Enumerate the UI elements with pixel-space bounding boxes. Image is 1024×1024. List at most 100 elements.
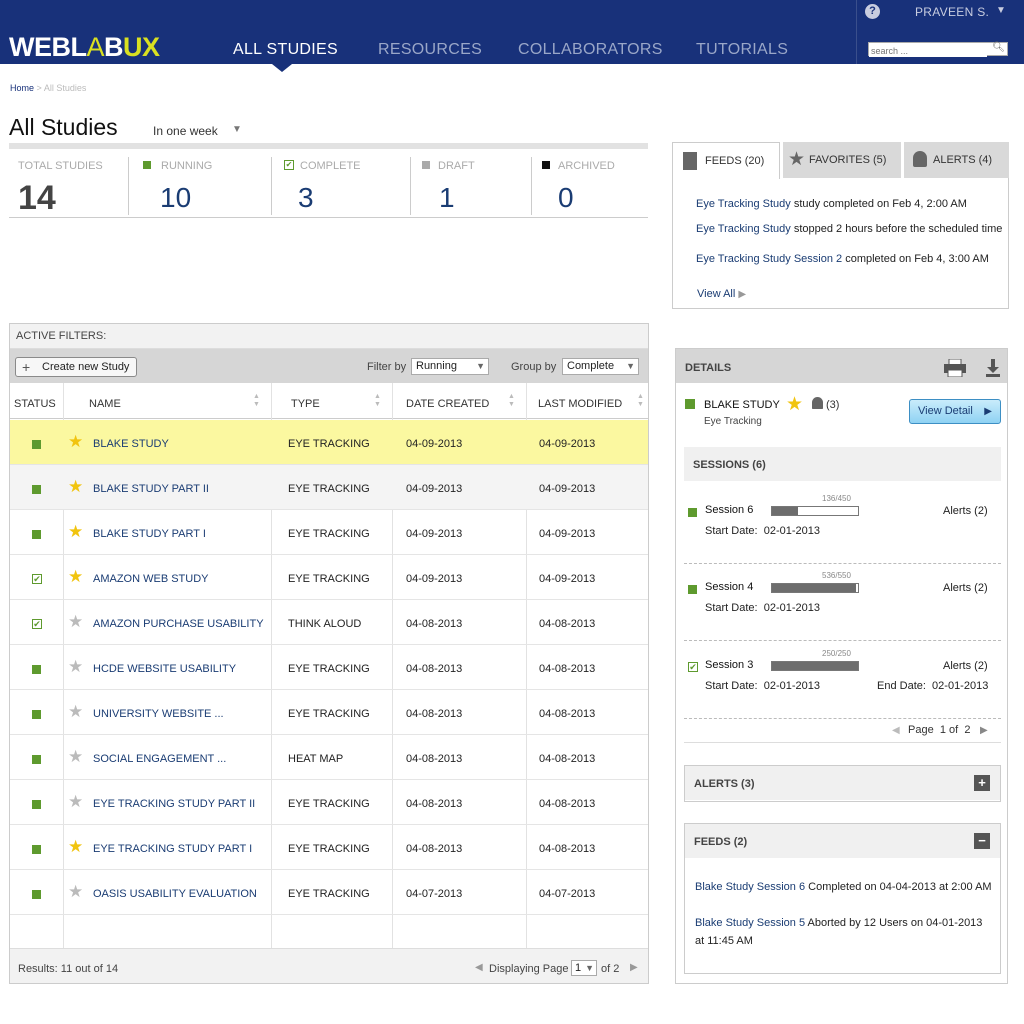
star-empty-icon[interactable]: ★: [68, 793, 83, 810]
table-row[interactable]: ★ BLAKE STUDY PART I EYE TRACKING 04-09-201…: [10, 510, 648, 555]
page-select[interactable]: 1 ▼: [571, 960, 597, 976]
feed-link[interactable]: Eye Tracking Study: [696, 223, 791, 235]
sort-icon[interactable]: ▲ ▼: [637, 393, 644, 409]
chevron-down-icon[interactable]: ▼: [232, 124, 242, 135]
table-row[interactable]: ✔ ★ AMAZON WEB STUDY EYE TRACKING 04-09-2013…: [10, 555, 648, 600]
session-item[interactable]: ✔ Session 3 250/250 Alerts (2) Start Date: 0…: [684, 649, 1001, 719]
study-name[interactable]: BLAKE STUDY PART II: [93, 483, 209, 495]
session-name[interactable]: Session 4: [705, 581, 753, 593]
session-item[interactable]: Session 4 536/550 Alerts (2) Start Date: 02…: [684, 571, 1001, 641]
print-icon[interactable]: [944, 359, 966, 377]
session-progress-bar: [771, 661, 859, 671]
view-all-link[interactable]: View All ▶: [697, 288, 746, 300]
search-input[interactable]: [869, 45, 987, 57]
star-empty-icon[interactable]: ★: [68, 658, 83, 675]
feed-link[interactable]: Blake Study Session 6: [695, 881, 805, 893]
column-last-modified[interactable]: LAST MODIFIED: [538, 398, 622, 410]
star-empty-icon[interactable]: ★: [68, 613, 83, 630]
table-row[interactable]: ★ SOCIAL ENGAGEMENT ... HEAT MAP 04-08-2013…: [10, 735, 648, 780]
stat-draft[interactable]: DRAFT 1: [411, 149, 531, 215]
search-icon[interactable]: 🔍︎: [992, 42, 1005, 53]
star-filled-icon[interactable]: ★: [68, 478, 83, 495]
download-icon[interactable]: [986, 359, 1000, 377]
help-icon[interactable]: ?: [865, 4, 880, 19]
session-item[interactable]: Session 6 136/450 Alerts (2) Start Date: 02…: [684, 494, 1001, 564]
study-name[interactable]: HCDE WEBSITE USABILITY: [93, 663, 236, 675]
study-name[interactable]: SOCIAL ENGAGEMENT ...: [93, 753, 226, 765]
prev-page-icon[interactable]: ◀: [892, 725, 900, 736]
study-name[interactable]: BLAKE STUDY PART I: [93, 528, 206, 540]
sort-icon[interactable]: ▲ ▼: [253, 393, 260, 409]
feed-link[interactable]: Eye Tracking Study Session 2: [696, 253, 842, 265]
column-status[interactable]: STATUS: [14, 398, 56, 410]
create-study-button[interactable]: + Create new Study: [15, 357, 137, 377]
chevron-down-icon[interactable]: ▼: [996, 5, 1006, 16]
star-empty-icon[interactable]: ★: [68, 748, 83, 765]
view-detail-button[interactable]: View Detail ▶: [909, 399, 1001, 424]
session-alerts[interactable]: Alerts (2): [943, 505, 988, 517]
table-row[interactable]: ★ BLAKE STUDY EYE TRACKING 04-09-2013 04-09-…: [10, 420, 648, 465]
next-page-icon[interactable]: ▶: [630, 962, 638, 973]
study-name[interactable]: BLAKE STUDY: [93, 438, 169, 450]
feed-item: Eye Tracking Study Session 2 completed o…: [696, 253, 989, 265]
nav-all-studies[interactable]: ALL STUDIES: [233, 41, 338, 59]
table-row[interactable]: ★ EYE TRACKING STUDY PART I EYE TRACKING 04…: [10, 825, 648, 870]
stat-complete[interactable]: ✔ COMPLETE 3: [272, 149, 410, 215]
session-alerts[interactable]: Alerts (2): [943, 582, 988, 594]
study-name[interactable]: AMAZON WEB STUDY: [93, 573, 209, 585]
table-row[interactable]: ★ BLAKE STUDY PART II EYE TRACKING 04-09-20…: [10, 465, 648, 510]
start-date-value: 02-01-2013: [763, 602, 820, 614]
user-menu[interactable]: PRAVEEN S.: [915, 5, 989, 19]
column-date-created[interactable]: DATE CREATED: [406, 398, 489, 410]
table-row[interactable]: ★ EYE TRACKING STUDY PART II EYE TRACKING 0…: [10, 780, 648, 825]
period-select[interactable]: In one week: [153, 124, 218, 138]
column-name[interactable]: NAME: [89, 398, 121, 410]
star-empty-icon[interactable]: ★: [68, 703, 83, 720]
star-filled-icon[interactable]: ★: [68, 523, 83, 540]
star-filled-icon[interactable]: ★: [68, 838, 83, 855]
nav-collaborators[interactable]: COLLABORATORS: [518, 41, 663, 59]
logo[interactable]: WEBLABUX: [9, 32, 160, 62]
session-alerts[interactable]: Alerts (2): [943, 660, 988, 672]
collapse-icon[interactable]: −: [974, 833, 990, 849]
study-name[interactable]: UNIVERSITY WEBSITE ...: [93, 708, 224, 720]
next-page-icon[interactable]: ▶: [980, 725, 988, 736]
star-empty-icon[interactable]: ★: [68, 883, 83, 900]
group-by-select[interactable]: Complete ▼: [562, 358, 639, 375]
column-type[interactable]: TYPE: [291, 398, 320, 410]
table-row[interactable]: ★ UNIVERSITY WEBSITE ... EYE TRACKING 04-08…: [10, 690, 648, 735]
tab-feeds[interactable]: FEEDS (20): [672, 142, 780, 179]
study-name[interactable]: OASIS USABILITY EVALUATION: [93, 888, 257, 900]
breadcrumb-home[interactable]: Home: [10, 83, 34, 93]
table-row[interactable]: ★ HCDE WEBSITE USABILITY EYE TRACKING 04-08…: [10, 645, 648, 690]
study-name: BLAKE STUDY: [704, 399, 780, 411]
session-progress-fill: [772, 507, 798, 515]
feed-link[interactable]: Blake Study Session 5: [695, 917, 805, 929]
nav-resources[interactable]: RESOURCES: [378, 41, 482, 59]
details-title: DETAILS: [685, 362, 732, 374]
tab-alerts[interactable]: ALERTS (4): [904, 142, 1009, 178]
filter-by-select[interactable]: Running ▼: [411, 358, 489, 375]
session-name[interactable]: Session 6: [705, 504, 753, 516]
study-name[interactable]: EYE TRACKING STUDY PART II: [93, 798, 255, 810]
stat-archived[interactable]: ARCHIVED 0: [532, 149, 648, 215]
tab-label: FAVORITES (5): [809, 154, 887, 166]
bell-icon[interactable]: [812, 397, 823, 409]
star-icon[interactable]: ★: [786, 393, 803, 416]
sort-icon[interactable]: ▲ ▼: [374, 393, 381, 409]
session-name[interactable]: Session 3: [705, 659, 753, 671]
feed-link[interactable]: Eye Tracking Study: [696, 198, 791, 210]
table-row[interactable]: ✔ ★ AMAZON PURCHASE USABILITY THINK ALOUD 04…: [10, 600, 648, 645]
stat-running[interactable]: RUNNING 10: [129, 149, 271, 215]
study-name[interactable]: EYE TRACKING STUDY PART I: [93, 843, 252, 855]
study-name[interactable]: AMAZON PURCHASE USABILITY: [93, 618, 264, 630]
expand-icon[interactable]: +: [974, 775, 990, 791]
table-row[interactable]: ★ OASIS USABILITY EVALUATION EYE TRACKING 0…: [10, 870, 648, 915]
nav-tutorials[interactable]: TUTORIALS: [696, 41, 788, 59]
star-filled-icon[interactable]: ★: [68, 568, 83, 585]
detail-feed-item: Blake Study Session 6 Completed on 04-04…: [695, 881, 992, 893]
tab-favorites[interactable]: ★ FAVORITES (5): [783, 142, 901, 178]
sort-icon[interactable]: ▲ ▼: [508, 393, 515, 409]
prev-page-icon[interactable]: ◀: [475, 962, 483, 973]
star-filled-icon[interactable]: ★: [68, 433, 83, 450]
